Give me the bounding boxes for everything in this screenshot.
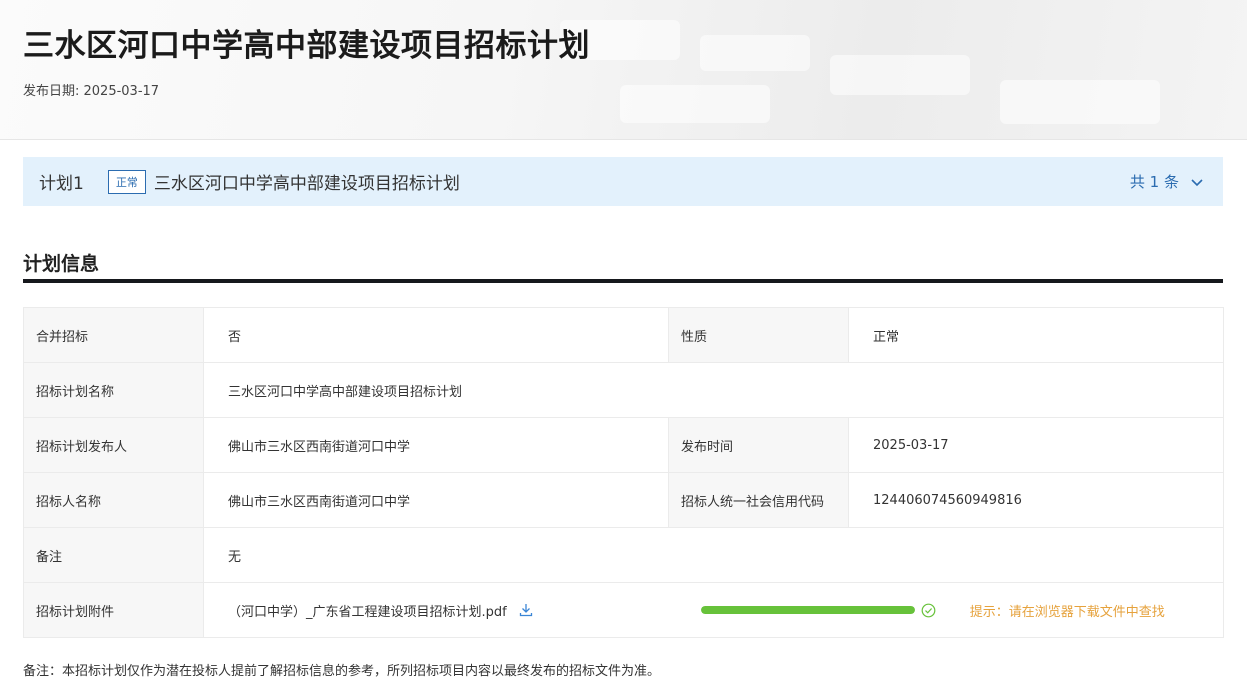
publish-time-label: 发布时间 [668, 417, 849, 473]
remark-label: 备注 [23, 527, 204, 583]
page-title: 三水区河口中学高中部建设项目招标计划 [23, 28, 590, 64]
download-icon[interactable] [519, 603, 533, 617]
table-row: 招标人名称 佛山市三水区西南街道河口中学 招标人统一社会信用代码 1244060… [23, 472, 1224, 528]
download-progress-bar [700, 606, 915, 614]
attachment-row: （河口中学）_广东省工程建设项目招标计划.pdf 提示：请在浏览器下载文件中查找 [228, 601, 1211, 620]
attachment-file-link[interactable]: （河口中学）_广东省工程建设项目招标计划.pdf [228, 601, 507, 620]
download-hint: 提示：请在浏览器下载文件中查找 [969, 604, 1165, 620]
table-row: 招标计划名称 三水区河口中学高中部建设项目招标计划 [23, 362, 1224, 418]
merge-tender-label: 合并招标 [23, 307, 204, 363]
nature-value: 正常 [848, 307, 1224, 363]
plan-name: 三水区河口中学高中部建设项目招标计划 [153, 174, 460, 194]
check-circle-icon [921, 603, 936, 618]
nature-label: 性质 [668, 307, 849, 363]
chevron-down-icon[interactable] [1191, 173, 1203, 191]
section-divider [23, 279, 1223, 283]
tenderer-label: 招标人名称 [23, 472, 204, 528]
table-row: 合并招标 否 性质 正常 [23, 307, 1224, 363]
page-header: 三水区河口中学高中部建设项目招标计划 发布日期: 2025-03-17 [0, 0, 1247, 140]
status-badge: 正常 [107, 169, 146, 194]
credit-code-value: 124406074560949816 [848, 472, 1224, 528]
header-background-decoration [1000, 80, 1160, 124]
attachment-cell: （河口中学）_广东省工程建设项目招标计划.pdf 提示：请在浏览器下载文件中查找 [203, 582, 1224, 638]
publisher-label: 招标计划发布人 [23, 417, 204, 473]
merge-tender-value: 否 [203, 307, 669, 363]
section-title: 计划信息 [23, 253, 100, 275]
publish-date: 发布日期: 2025-03-17 [23, 84, 160, 99]
header-background-decoration [700, 35, 810, 71]
header-background-decoration [830, 55, 970, 95]
plan-name-value: 三水区河口中学高中部建设项目招标计划 [203, 362, 1224, 418]
plan-info-table: 合并招标 否 性质 正常 招标计划名称 三水区河口中学高中部建设项目招标计划 招… [23, 307, 1224, 638]
download-progress-fill [700, 606, 915, 614]
table-row: 备注 无 [23, 527, 1224, 583]
footer-note: 备注：本招标计划仅作为潜在投标人提前了解招标信息的参考，所列招标项目内容以最终发… [23, 664, 661, 679]
table-row: 招标计划附件 （河口中学）_广东省工程建设项目招标计划.pdf 提示：请在浏览器… [23, 582, 1224, 638]
credit-code-label: 招标人统一社会信用代码 [668, 472, 849, 528]
table-row: 招标计划发布人 佛山市三水区西南街道河口中学 发布时间 2025-03-17 [23, 417, 1224, 473]
publisher-value: 佛山市三水区西南街道河口中学 [203, 417, 669, 473]
plan-name-label: 招标计划名称 [23, 362, 204, 418]
tenderer-value: 佛山市三水区西南街道河口中学 [203, 472, 669, 528]
plan-count-label: 共 1 条 [1129, 173, 1179, 191]
plan-count-dropdown[interactable]: 共 1 条 [1130, 171, 1203, 192]
header-background-decoration [620, 85, 770, 123]
remark-value: 无 [203, 527, 1224, 583]
attachment-label: 招标计划附件 [23, 582, 204, 638]
publish-time-value: 2025-03-17 [848, 417, 1224, 473]
plan-number: 计划1 [39, 174, 84, 194]
plan-selector-bar[interactable]: 计划1 正常 三水区河口中学高中部建设项目招标计划 共 1 条 [23, 157, 1223, 206]
